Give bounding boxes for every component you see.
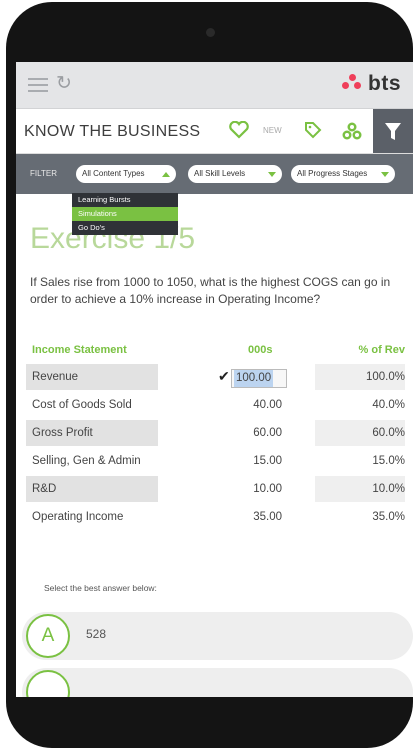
column-header: Income Statement xyxy=(32,344,127,356)
row-pct: 10.0% xyxy=(315,476,405,502)
row-pct: 40.0% xyxy=(372,399,405,411)
revenue-value: 100.00 xyxy=(234,370,274,387)
filter-toggle-button[interactable] xyxy=(373,109,413,153)
row-pct: 60.0% xyxy=(315,420,405,446)
new-label[interactable]: NEW xyxy=(263,126,282,135)
row-value: 60.00 xyxy=(253,427,282,439)
phone-frame: ↻ bts KNOW THE BUSINESS NEW FILTER All C… xyxy=(6,2,413,748)
filter-label: FILTER xyxy=(30,169,57,178)
dropdown-item-simulations[interactable]: Simulations xyxy=(72,207,178,221)
table-row: Gross Profit 60.00 60.0% xyxy=(26,420,411,448)
income-statement-table: Income Statement 000s % of Rev Revenue ✔… xyxy=(26,344,411,532)
row-pct: 15.0% xyxy=(372,455,405,467)
answer-option-next[interactable] xyxy=(22,668,413,697)
dropdown-item-go-dos[interactable]: Go Do's xyxy=(72,221,178,235)
table-row: Selling, Gen & Admin 15.00 15.0% xyxy=(26,448,411,476)
answer-letter-circle xyxy=(26,670,70,697)
bts-dots-icon xyxy=(342,74,364,94)
table-row: R&D 10.00 10.0% xyxy=(26,476,411,504)
row-label: Revenue xyxy=(26,364,158,390)
checkmark-icon: ✔ xyxy=(218,368,230,384)
row-label: Selling, Gen & Admin xyxy=(32,455,141,467)
caret-down-icon xyxy=(268,172,276,177)
dropdown-item-learning-bursts[interactable]: Learning Bursts xyxy=(72,193,178,207)
refresh-icon[interactable]: ↻ xyxy=(56,72,72,95)
row-label: Operating Income xyxy=(32,511,124,523)
answer-prompt: Select the best answer below: xyxy=(44,583,157,593)
row-label: Gross Profit xyxy=(26,420,158,446)
row-value: 35.00 xyxy=(253,511,282,523)
caret-down-icon xyxy=(381,172,389,177)
row-value: 15.00 xyxy=(253,455,282,467)
app-screen: ↻ bts KNOW THE BUSINESS NEW FILTER All C… xyxy=(16,62,413,697)
answer-text: 528 xyxy=(86,627,107,641)
skill-level-select[interactable]: All Skill Levels xyxy=(188,165,282,183)
clover-icon[interactable] xyxy=(341,121,363,147)
title-bar: KNOW THE BUSINESS NEW xyxy=(16,109,413,154)
question-text: If Sales rise from 1000 to 1050, what is… xyxy=(30,275,391,306)
menu-icon[interactable] xyxy=(28,78,48,92)
column-header: 000s xyxy=(248,344,273,356)
table-row: Cost of Goods Sold 40.00 40.0% xyxy=(26,392,411,420)
table-row: Revenue ✔ 100.00 100.0% xyxy=(26,364,411,392)
page-title: KNOW THE BUSINESS xyxy=(24,123,201,140)
row-value: 40.00 xyxy=(253,399,282,411)
column-header: % of Rev xyxy=(358,344,405,356)
progress-stage-value: All Progress Stages xyxy=(297,169,368,178)
caret-up-icon xyxy=(162,172,170,177)
brand-text: bts xyxy=(368,72,401,95)
answer-letter: A xyxy=(26,614,70,658)
progress-stage-select[interactable]: All Progress Stages xyxy=(291,165,395,183)
skill-level-value: All Skill Levels xyxy=(194,169,246,178)
camera-icon xyxy=(206,28,215,37)
heart-icon[interactable] xyxy=(229,120,249,145)
row-pct: 35.0% xyxy=(372,511,405,523)
content-type-select[interactable]: All Content Types xyxy=(76,165,176,183)
tag-icon[interactable] xyxy=(304,121,322,145)
row-pct: 100.0% xyxy=(315,364,405,390)
filter-bar: FILTER All Content Types All Skill Level… xyxy=(16,154,413,194)
row-label: Cost of Goods Sold xyxy=(32,399,132,411)
funnel-icon xyxy=(385,123,401,140)
table-row: Operating Income 35.00 35.0% xyxy=(26,504,411,532)
row-label: R&D xyxy=(26,476,158,502)
row-value: 10.00 xyxy=(253,483,282,495)
revenue-input[interactable]: 100.00 xyxy=(231,369,287,388)
answer-option-a[interactable]: A 528 xyxy=(22,612,413,660)
top-bar: ↻ bts xyxy=(16,62,413,109)
table-header: Income Statement 000s % of Rev xyxy=(26,344,411,364)
brand-logo: bts xyxy=(342,72,401,96)
content-type-dropdown: Learning Bursts Simulations Go Do's xyxy=(72,193,178,235)
content-type-value: All Content Types xyxy=(82,169,145,178)
